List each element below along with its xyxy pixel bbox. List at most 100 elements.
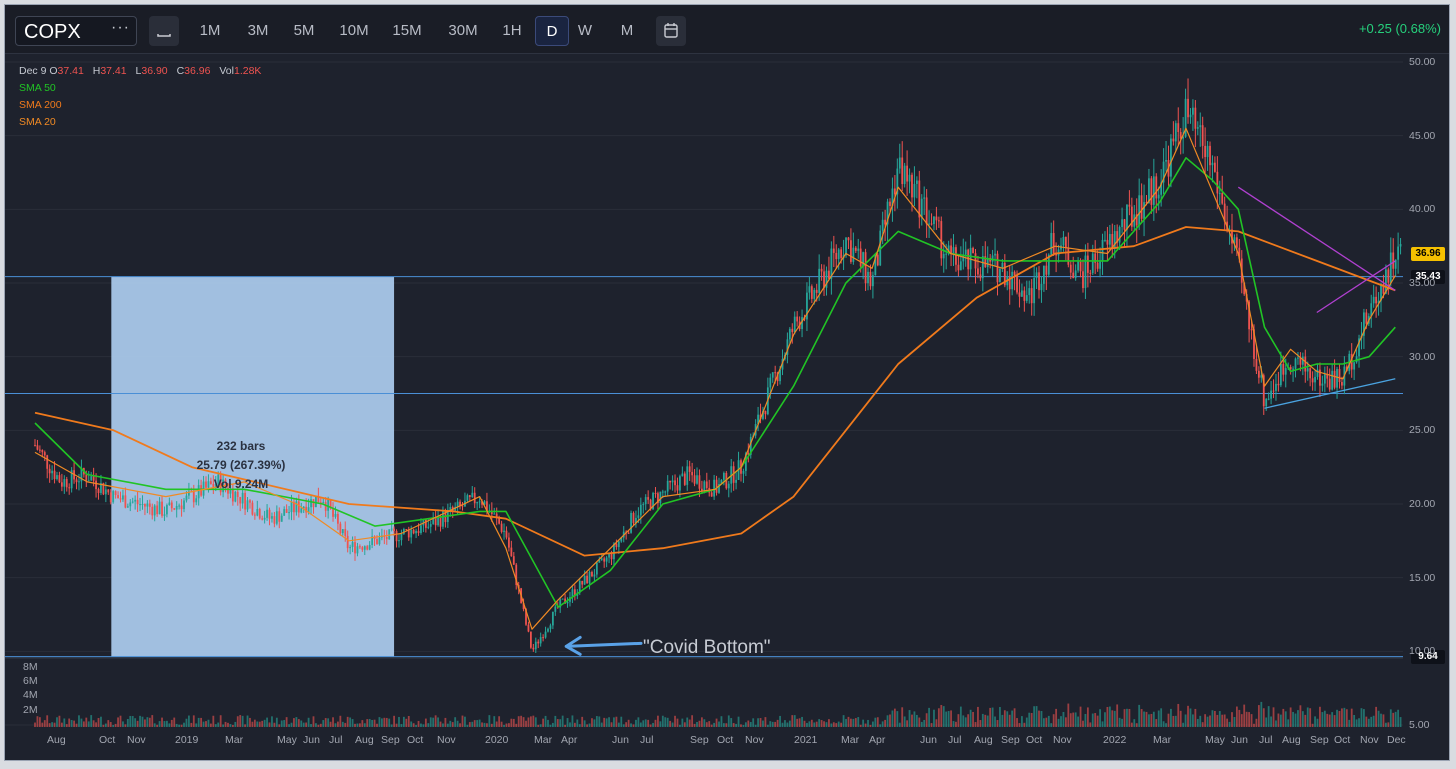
volume-bar — [774, 721, 777, 727]
volume-bar — [1143, 711, 1145, 727]
candle — [566, 601, 569, 604]
volume-bar — [80, 718, 83, 727]
legend-sma20[interactable]: SMA 20 — [19, 114, 267, 131]
volume-bar — [710, 724, 713, 727]
volume-bar — [1160, 708, 1163, 727]
volume-bar — [432, 717, 435, 727]
time-tick-label: Aug — [355, 734, 374, 746]
candle — [266, 509, 268, 518]
volume-bar — [591, 718, 593, 727]
volume-bar — [1218, 711, 1221, 727]
legend-sma200[interactable]: SMA 200 — [19, 97, 267, 114]
legend-sma50[interactable]: SMA 50 — [19, 80, 267, 97]
candle — [644, 497, 647, 505]
volume-bar — [109, 722, 112, 727]
volume-bar — [893, 708, 896, 727]
volume-bar — [1216, 714, 1219, 727]
candle — [698, 475, 701, 489]
volume-bar — [850, 718, 852, 727]
time-tick-label: Oct — [1334, 734, 1351, 746]
volume-bar — [1287, 719, 1290, 727]
volume-bar — [525, 720, 527, 727]
candle — [1099, 261, 1101, 269]
candle — [1265, 398, 1268, 407]
volume-bar — [224, 721, 227, 727]
volume-bar — [788, 720, 791, 727]
volume-bar — [495, 721, 498, 727]
candle — [1138, 195, 1141, 226]
volume-bar — [1123, 709, 1126, 727]
volume-bar — [1025, 717, 1028, 727]
time-tick-label: Mar — [841, 734, 860, 746]
volume-bar — [542, 718, 545, 727]
volume-bar — [776, 719, 779, 727]
candle — [136, 499, 139, 505]
candle — [139, 504, 141, 506]
volume-bar — [906, 720, 908, 727]
volume-bar — [385, 717, 388, 727]
volume-bar — [70, 720, 73, 727]
volume-bar — [556, 719, 559, 727]
candle — [1062, 237, 1065, 246]
candle — [437, 517, 439, 526]
open-label: O — [49, 65, 58, 77]
candle — [1074, 270, 1077, 279]
volume-bar — [806, 722, 808, 727]
volume-tick-label: 8M — [23, 661, 38, 673]
volume-bar — [273, 722, 276, 727]
volume-bar — [100, 716, 102, 727]
volume-bar — [595, 716, 598, 727]
volume-bar — [329, 721, 332, 727]
candle — [828, 270, 830, 279]
volume-bar — [65, 724, 68, 727]
candle — [630, 512, 632, 533]
candle — [1270, 390, 1272, 399]
volume-bar — [1323, 710, 1326, 727]
volume-bar — [881, 721, 884, 727]
volume-bar — [615, 716, 618, 727]
candle — [1284, 368, 1287, 375]
candle — [129, 502, 132, 507]
candle — [950, 245, 952, 254]
time-tick-label: Nov — [437, 734, 456, 746]
candle — [1297, 357, 1299, 359]
volume-bar — [1030, 712, 1033, 727]
volume-bar — [1392, 712, 1395, 727]
covid-bottom-annotation[interactable]: "Covid Bottom" — [643, 637, 771, 659]
volume-bar — [263, 719, 266, 727]
volume-bar — [1187, 705, 1189, 727]
candle — [1104, 239, 1106, 241]
volume-bar — [60, 722, 63, 727]
candle — [671, 480, 674, 483]
close-value: 36.96 — [184, 65, 211, 77]
volume-bar — [539, 724, 542, 727]
volume-bar — [376, 723, 378, 727]
volume-bar — [1289, 707, 1292, 727]
volume-bar — [913, 711, 916, 727]
candle — [1108, 234, 1111, 245]
candle — [981, 256, 984, 279]
volume-bar — [639, 722, 642, 727]
candle — [876, 254, 879, 266]
candle — [339, 523, 342, 534]
volume-bar — [571, 715, 574, 727]
candle — [468, 495, 471, 498]
volume-bar — [793, 715, 796, 727]
volume-bar — [512, 718, 515, 727]
candle — [1209, 145, 1211, 166]
volume-bar — [136, 720, 139, 727]
candle — [610, 553, 613, 560]
candle — [1304, 356, 1307, 372]
volume-bar — [251, 721, 254, 727]
candle — [1067, 248, 1070, 265]
volume-bar — [999, 707, 1001, 727]
volume-bar — [188, 715, 190, 727]
volume-bar — [192, 715, 195, 727]
volume-bar — [874, 717, 877, 727]
candle — [994, 253, 996, 256]
candle — [884, 219, 887, 225]
candle — [1255, 358, 1258, 371]
volume-bar — [620, 716, 623, 727]
candle — [808, 286, 811, 293]
candle — [439, 517, 442, 527]
